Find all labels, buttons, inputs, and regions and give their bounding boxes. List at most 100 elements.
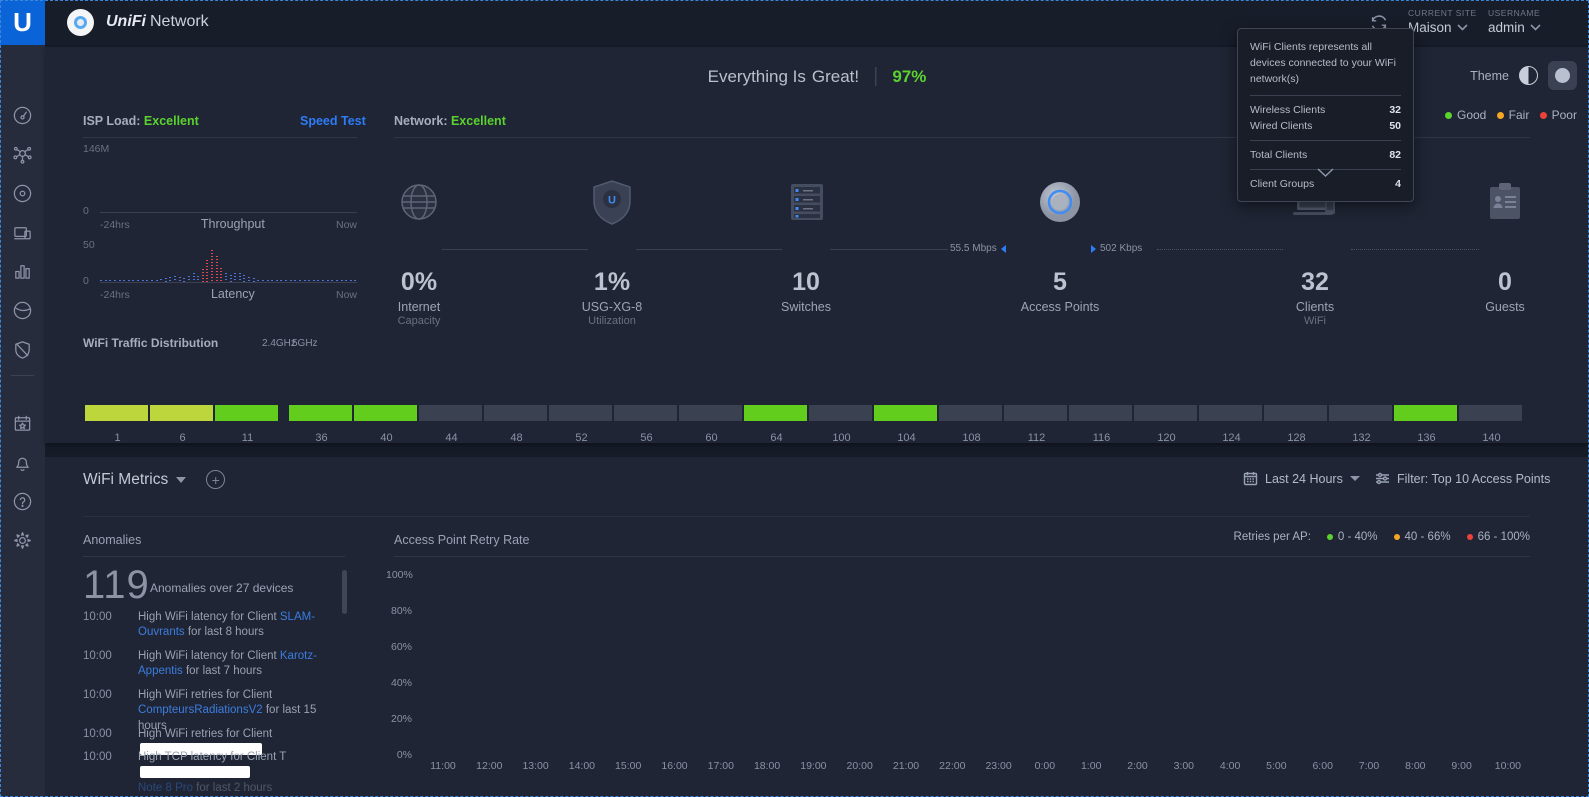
anomalies-scrollbar[interactable] (342, 570, 347, 614)
current-site-label: CURRENT SITE (1408, 8, 1477, 18)
sidebar-item-settings[interactable] (0, 525, 45, 555)
client-link[interactable]: CompteursRadiationsV2 (138, 704, 263, 716)
node-value: 1% (552, 268, 672, 297)
y-axis-label: 0% (386, 749, 412, 761)
theme-toggle: Theme (1445, 61, 1577, 90)
sidebar-item-security[interactable] (0, 334, 45, 364)
tooltip-row-groups: Client Groups4 (1250, 178, 1401, 190)
channel-segment-40[interactable] (354, 405, 417, 421)
band-2-4ghz-label: 2.4GHz (262, 338, 296, 349)
channel-segment-52[interactable] (549, 405, 612, 421)
channel-segment-120[interactable] (1134, 405, 1197, 421)
anomaly-entry: 10:00High WiFi latency for Client SLAM-O… (83, 610, 338, 641)
x-axis-label: 14:00 (559, 760, 605, 772)
node-value: 10 (746, 268, 866, 297)
latency-bar (225, 273, 227, 282)
channel-label-136: 136 (1394, 432, 1459, 444)
tooltip-text: WiFi Clients represents all devices conn… (1250, 40, 1401, 87)
channel-segment-140[interactable] (1459, 405, 1522, 421)
sidebar-item-insights[interactable] (0, 295, 45, 325)
alerts-icon (12, 452, 33, 473)
channel-segment-56[interactable] (614, 405, 677, 421)
tooltip-pointer-chevron-icon (1317, 168, 1334, 178)
wifi-metrics-header[interactable]: WiFi Metrics + (83, 470, 225, 489)
sidebar-item-help[interactable] (0, 486, 45, 516)
latency-bar (243, 275, 245, 282)
client-link[interactable]: Note 8 Pro (138, 782, 193, 794)
anomalies-summary: Anomalies over 27 devices (150, 581, 293, 595)
channel-label-132: 132 (1329, 432, 1394, 444)
add-metric-button[interactable]: + (206, 470, 225, 489)
channel-segment-124[interactable] (1199, 405, 1262, 421)
username-label: USERNAME (1488, 8, 1541, 18)
tooltip-row-wired: Wired Clients50 (1250, 120, 1401, 132)
channel-segment-108[interactable] (939, 405, 1002, 421)
sidebar-item-alerts[interactable] (0, 447, 45, 477)
tooltip-row-wireless: Wireless Clients32 (1250, 104, 1401, 116)
channel-segment-36[interactable] (289, 405, 352, 421)
speed-test-link[interactable]: Speed Test (300, 114, 366, 128)
channel-segment-104[interactable] (874, 405, 937, 421)
ubiquiti-logo[interactable]: U (0, 0, 45, 45)
channel-segment-44[interactable] (419, 405, 482, 421)
channel-label-6: 6 (150, 432, 215, 444)
channel-segment-60[interactable] (679, 405, 742, 421)
latency-ymin: 0 (83, 275, 89, 287)
sidebar-item-devices[interactable] (0, 178, 45, 208)
channel-label-40: 40 (354, 432, 419, 444)
light-theme-icon[interactable] (1519, 66, 1538, 85)
latency-x-left: -24hrs (100, 289, 130, 301)
anomaly-time: 10:00 (83, 610, 138, 641)
filter-value: Filter: Top 10 Access Points (1397, 472, 1550, 486)
channel-segment-136[interactable] (1394, 405, 1457, 421)
x-axis-label: 4:00 (1207, 760, 1253, 772)
dark-theme-button[interactable] (1548, 61, 1577, 90)
network-node-switches[interactable]: 10 Switches (746, 178, 866, 315)
channel-segment-100[interactable] (809, 405, 872, 421)
channel-segment-116[interactable] (1069, 405, 1132, 421)
throughput-x-label: Throughput (201, 217, 265, 231)
time-range-selector[interactable]: Last 24 Hours (1243, 471, 1360, 486)
filter-selector[interactable]: Filter: Top 10 Access Points (1375, 471, 1550, 486)
node-label: Guests (1445, 300, 1565, 314)
channel-segment-128[interactable] (1264, 405, 1327, 421)
x-axis-label: 12:00 (466, 760, 512, 772)
username-selector[interactable]: USERNAME admin (1488, 8, 1541, 35)
sidebar-item-events[interactable] (0, 408, 45, 438)
sidebar-item-topology[interactable] (0, 139, 45, 169)
sidebar (0, 45, 45, 797)
insights-icon (12, 300, 33, 321)
sidebar-item-statistics[interactable] (0, 256, 45, 286)
anomalies-count: 119 (83, 563, 150, 608)
latency-x-label: Latency (211, 287, 255, 301)
gateway-icon: U (590, 179, 634, 225)
network-node-usg-xg-8[interactable]: U 1% USG-XG-8 Utilization (552, 178, 672, 327)
channel-segment-1[interactable] (85, 405, 148, 421)
channel-segment-132[interactable] (1329, 405, 1392, 421)
channel-segment-48[interactable] (484, 405, 547, 421)
channel-segment-11[interactable] (215, 405, 278, 421)
anomaly-text: High WiFi latency for Client SLAM-Ouvran… (138, 610, 338, 641)
quality-legend-fair: Fair (1497, 108, 1530, 122)
channel-segment-112[interactable] (1004, 405, 1067, 421)
redacted-text (140, 766, 250, 778)
status-score: 97% (892, 67, 926, 87)
unifi-ap-logo-icon (67, 9, 94, 36)
sidebar-item-clients[interactable] (0, 217, 45, 247)
sidebar-item-dashboard[interactable] (0, 100, 45, 130)
legend-dot-icon (1327, 534, 1333, 540)
clients-icon (12, 222, 33, 243)
anomalies-title: Anomalies (83, 533, 141, 547)
globe-icon (398, 181, 440, 223)
node-label: Switches (746, 300, 866, 314)
throughput-xaxis: -24hrs Throughput Now (100, 217, 357, 231)
anomaly-text: High TCP latency for Client TNote 8 Pro … (138, 750, 338, 796)
network-node-guests[interactable]: 0 Guests (1445, 178, 1565, 315)
network-node-internet[interactable]: 0% Internet Capacity (359, 178, 479, 327)
channel-label-128: 128 (1264, 432, 1329, 444)
node-label: Access Points (1000, 300, 1120, 314)
channel-segment-6[interactable] (150, 405, 213, 421)
current-site-selector[interactable]: CURRENT SITE Maison (1408, 8, 1477, 35)
anomaly-time: 10:00 (83, 649, 138, 680)
channel-segment-64[interactable] (744, 405, 807, 421)
